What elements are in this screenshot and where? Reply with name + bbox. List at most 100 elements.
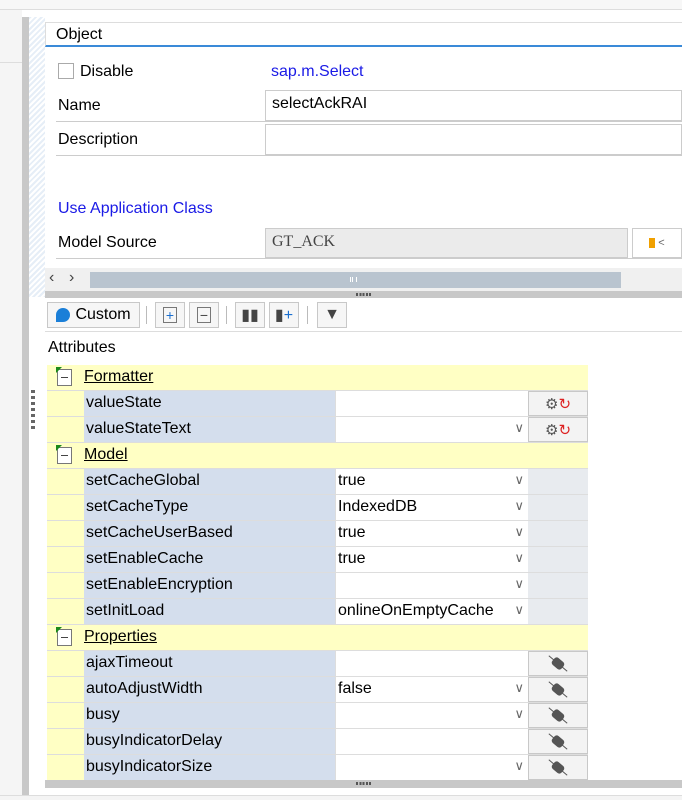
class-name-link[interactable]: sap.m.Select: [271, 63, 363, 81]
use-application-class-link[interactable]: Use Application Class: [58, 200, 213, 218]
name-input[interactable]: selectAckRAI: [265, 90, 682, 121]
description-input[interactable]: [265, 124, 682, 155]
horizontal-scrollbar[interactable]: ‹ ›: [45, 268, 682, 291]
attribute-value-input[interactable]: ∨: [336, 417, 528, 442]
row-indent: [47, 573, 84, 598]
attribute-row: setEnableCache true ∨: [47, 547, 588, 573]
find-next-button[interactable]: ▮+: [269, 302, 299, 328]
attribute-row: setCacheUserBased true ∨: [47, 521, 588, 547]
attribute-name: setCacheUserBased: [84, 521, 336, 546]
group-row-properties[interactable]: Properties: [47, 625, 588, 651]
attribute-value-input[interactable]: false ∨: [336, 677, 528, 702]
attribute-value-input[interactable]: true ∨: [336, 547, 528, 572]
row-indent: [47, 521, 84, 546]
horizontal-splitter[interactable]: [45, 291, 682, 298]
model-source-input[interactable]: GT_ACK: [265, 228, 628, 258]
formatter-button[interactable]: ⚙↻: [528, 417, 588, 442]
expand-all-icon: +: [163, 307, 177, 323]
scroll-right-icon[interactable]: ›: [69, 269, 74, 287]
attribute-value-input[interactable]: true ∨: [336, 469, 528, 494]
attribute-value-input[interactable]: [336, 651, 528, 676]
attribute-value-input[interactable]: onlineOnEmptyCache ∨: [336, 599, 528, 624]
scroll-left-icon[interactable]: ‹: [49, 269, 54, 287]
attribute-row: setCacheType IndexedDB ∨: [47, 495, 588, 521]
disable-label: Disable: [80, 63, 134, 80]
chevron-down-icon[interactable]: ∨: [514, 524, 524, 540]
attribute-row: setCacheGlobal true ∨: [47, 469, 588, 495]
binding-plug-icon: [550, 708, 566, 723]
status-strip: [0, 795, 682, 800]
chevron-down-icon[interactable]: ∨: [514, 576, 524, 592]
binding-button[interactable]: [528, 703, 588, 728]
formatter-gears-icon: ⚙↻: [544, 421, 572, 439]
row-indent: [47, 703, 84, 728]
attribute-name: setInitLoad: [84, 599, 336, 624]
attribute-value-input[interactable]: [336, 391, 528, 416]
bottom-splitter[interactable]: [45, 780, 682, 788]
attribute-name: setCacheType: [84, 495, 336, 520]
custom-button[interactable]: Custom: [47, 302, 140, 328]
disable-checkbox[interactable]: [58, 63, 74, 79]
expand-all-button[interactable]: +: [155, 302, 185, 328]
model-source-label: Model Source: [58, 234, 157, 251]
empty-action-cell: [528, 469, 588, 494]
attribute-value-input[interactable]: ∨: [336, 703, 528, 728]
chevron-down-icon[interactable]: ∨: [514, 420, 524, 436]
formatter-button[interactable]: ⚙↻: [528, 391, 588, 416]
binding-plug-icon: [550, 734, 566, 749]
group-name[interactable]: Formatter: [84, 368, 153, 386]
chevron-down-icon[interactable]: ∨: [514, 602, 524, 618]
group-row-model[interactable]: Model: [47, 443, 588, 469]
empty-action-cell: [528, 599, 588, 624]
chevron-down-icon[interactable]: ∨: [514, 472, 524, 488]
attribute-value: true: [338, 472, 366, 489]
binding-button[interactable]: [528, 651, 588, 676]
attribute-value-input[interactable]: ∨: [336, 755, 528, 780]
attribute-row: busy ∨: [47, 703, 588, 729]
attribute-row: setInitLoad onlineOnEmptyCache ∨: [47, 599, 588, 625]
empty-action-cell: [528, 495, 588, 520]
binding-button[interactable]: [528, 755, 588, 780]
group-name[interactable]: Model: [84, 446, 128, 464]
collapse-group-icon[interactable]: [56, 627, 72, 646]
binding-button[interactable]: [528, 729, 588, 754]
chevron-down-icon[interactable]: ∨: [514, 498, 524, 514]
collapse-group-icon[interactable]: [56, 445, 72, 464]
left-pane: [0, 10, 22, 800]
binoculars-icon: ▮▮: [241, 307, 259, 324]
row-indent: [47, 755, 84, 780]
attribute-row: valueStateText ∨ ⚙↻: [47, 417, 588, 443]
find-button[interactable]: ▮▮: [235, 302, 265, 328]
scrollbar-thumb[interactable]: [90, 272, 621, 288]
model-source-button[interactable]: <: [632, 228, 682, 258]
splitter-grip-icon[interactable]: [31, 390, 35, 430]
attribute-value: IndexedDB: [338, 498, 418, 515]
attribute-name: autoAdjustWidth: [84, 677, 336, 702]
group-name[interactable]: Properties: [84, 628, 157, 646]
attribute-row: valueState ⚙↻: [47, 391, 588, 417]
attribute-value: onlineOnEmptyCache: [338, 602, 494, 619]
collapse-group-icon[interactable]: [56, 367, 72, 386]
filter-button[interactable]: ▼: [317, 302, 347, 328]
chevron-down-icon[interactable]: ∨: [514, 680, 524, 696]
row-indent: [47, 651, 84, 676]
attribute-value-input[interactable]: IndexedDB ∨: [336, 495, 528, 520]
attribute-row: autoAdjustWidth false ∨: [47, 677, 588, 703]
custom-label: Custom: [75, 306, 131, 323]
attribute-row: busyIndicatorSize ∨: [47, 755, 588, 781]
binding-button[interactable]: [528, 677, 588, 702]
row-indent: [47, 729, 84, 754]
attribute-value-input[interactable]: [336, 729, 528, 754]
attribute-value: false: [338, 680, 372, 697]
group-row-formatter[interactable]: Formatter: [47, 365, 588, 391]
attribute-value-input[interactable]: true ∨: [336, 521, 528, 546]
attributes-label: Attributes: [48, 339, 116, 356]
attribute-value-input[interactable]: ∨: [336, 573, 528, 598]
chevron-down-icon[interactable]: ∨: [514, 550, 524, 566]
vertical-splitter[interactable]: [22, 17, 29, 800]
chevron-down-icon[interactable]: ∨: [514, 706, 524, 722]
collapse-all-button[interactable]: −: [189, 302, 219, 328]
description-label: Description: [58, 131, 139, 148]
row-indent: [47, 599, 84, 624]
chevron-down-icon[interactable]: ∨: [514, 758, 524, 774]
